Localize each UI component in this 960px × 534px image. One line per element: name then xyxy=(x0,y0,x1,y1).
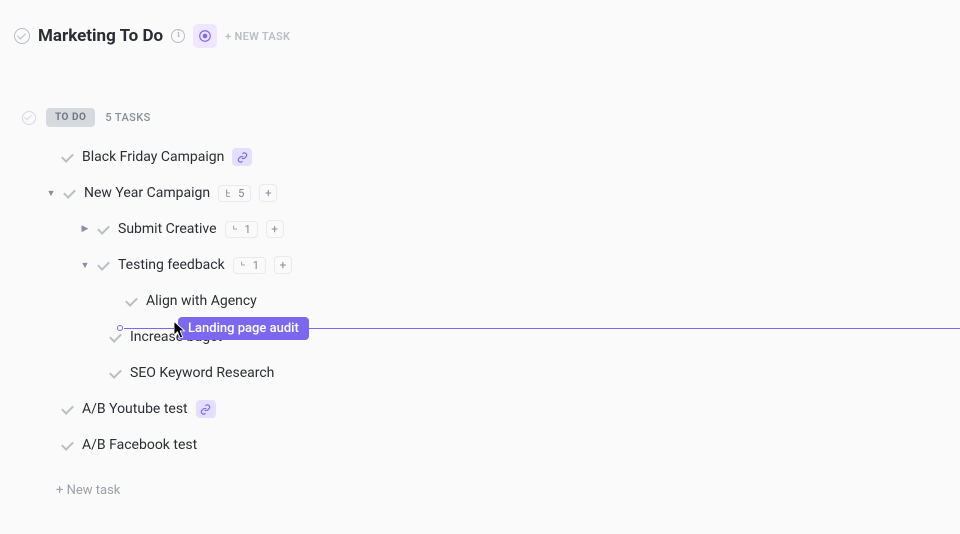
collapse-group-icon[interactable] xyxy=(22,111,36,125)
task-name[interactable]: A/B Facebook test xyxy=(82,437,197,453)
task-row[interactable]: ▼ New Year Campaign 5 + xyxy=(0,175,960,211)
status-badge[interactable]: TO DO xyxy=(46,108,95,127)
check-icon[interactable] xyxy=(62,403,74,415)
check-icon[interactable] xyxy=(64,187,76,199)
task-row[interactable]: SEO Keyword Research xyxy=(0,355,960,391)
automation-icon[interactable] xyxy=(193,24,217,48)
task-name[interactable]: New Year Campaign xyxy=(84,185,210,201)
task-name[interactable]: SEO Keyword Research xyxy=(130,365,274,381)
page-title: Marketing To Do xyxy=(38,26,163,46)
check-icon[interactable] xyxy=(126,295,138,307)
task-name[interactable]: Align with Agency xyxy=(146,293,257,309)
task-row[interactable]: A/B Facebook test xyxy=(0,427,960,463)
task-row[interactable]: Align with Agency xyxy=(0,283,960,319)
cursor-icon xyxy=(174,321,188,343)
subtask-count-value: 1 xyxy=(245,223,251,236)
chevron-down-icon[interactable]: ▼ xyxy=(80,260,90,270)
task-name[interactable]: A/B Youtube test xyxy=(82,401,188,417)
task-row[interactable]: ▶ Submit Creative 1 + xyxy=(0,211,960,247)
info-icon[interactable] xyxy=(171,29,185,43)
check-icon[interactable] xyxy=(110,367,122,379)
new-task-button-header[interactable]: + NEW TASK xyxy=(225,30,290,43)
drag-task-chip[interactable]: Landing page audit xyxy=(178,317,309,340)
chevron-down-icon[interactable]: ▼ xyxy=(46,188,56,198)
add-subtask-button[interactable]: + xyxy=(259,184,277,202)
subtask-count-badge[interactable]: 1 xyxy=(225,221,258,238)
task-name[interactable]: Black Friday Campaign xyxy=(82,149,224,165)
check-icon[interactable] xyxy=(98,223,110,235)
check-icon[interactable] xyxy=(62,151,74,163)
task-row[interactable]: ▼ Testing feedback 1 + xyxy=(0,247,960,283)
status-group-header[interactable]: TO DO 5 TASKS xyxy=(0,102,960,133)
check-icon[interactable] xyxy=(98,259,110,271)
subtask-count-badge[interactable]: 5 xyxy=(218,185,251,202)
subtask-count-value: 5 xyxy=(238,187,244,200)
link-icon[interactable] xyxy=(232,148,252,166)
drop-origin-dot-icon xyxy=(117,325,123,331)
check-icon[interactable] xyxy=(110,331,122,343)
task-row[interactable]: Increase buget xyxy=(0,319,960,355)
task-row[interactable]: Black Friday Campaign xyxy=(0,139,960,175)
task-row[interactable]: A/B Youtube test xyxy=(0,391,960,427)
subtask-count-badge[interactable]: 1 xyxy=(233,257,266,274)
task-name[interactable]: Testing feedback xyxy=(118,257,225,273)
link-icon[interactable] xyxy=(196,400,216,418)
new-task-button[interactable]: + New task xyxy=(0,469,960,512)
chevron-right-icon[interactable]: ▶ xyxy=(80,224,90,234)
subtask-count-value: 1 xyxy=(253,259,259,272)
task-list: Black Friday Campaign ▼ New Year Campaig… xyxy=(0,133,960,469)
task-count-label: 5 TASKS xyxy=(105,111,150,124)
list-status-icon[interactable] xyxy=(14,28,30,44)
add-subtask-button[interactable]: + xyxy=(266,220,284,238)
task-name[interactable]: Submit Creative xyxy=(118,221,217,237)
add-subtask-button[interactable]: + xyxy=(274,256,292,274)
check-icon[interactable] xyxy=(62,439,74,451)
